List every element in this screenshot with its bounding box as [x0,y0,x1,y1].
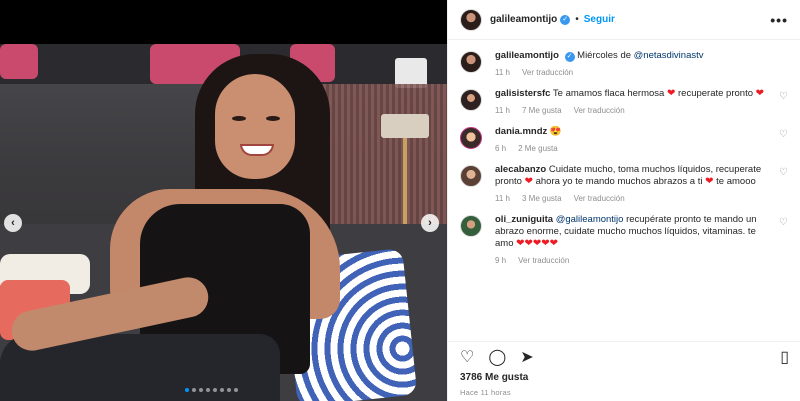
share-icon[interactable]: ➤ [520,349,533,366]
heart-emoji: ❤ [524,176,533,187]
comment-text: oli_zuniguita @galileamontijo recupérate… [495,214,765,250]
comment-text: galisistersfc Te amamos flaca hermosa ❤ … [495,88,765,100]
translate-link[interactable]: Ver traducción [518,256,569,265]
caption-meta: 11 h Ver traducción [495,68,765,77]
comment-item: galisistersfc Te amamos flaca hermosa ❤ … [460,88,788,115]
emoji: 😍 [549,126,562,137]
photo-lampshade [381,114,429,138]
carousel-dot[interactable] [213,388,217,392]
comment-text: alecabanzo Cuidate mucho, toma muchos lí… [495,164,765,188]
bookmark-icon[interactable]: ▯ [780,349,789,366]
avatar[interactable] [460,127,482,149]
comment-body: alecabanzo Cuidate mucho, toma muchos lí… [495,164,765,203]
comment-username[interactable]: galisistersfc [495,88,550,99]
comment-time: 6 h [495,144,507,153]
more-options-icon[interactable]: ••• [770,12,788,28]
comment-like-icon[interactable]: ♡ [779,129,788,140]
photo-person-face [215,74,295,179]
comment-item: alecabanzo Cuidate mucho, toma muchos lí… [460,164,788,203]
comment-message: te amooo [713,176,756,187]
post-header: galileamontijo ✓ • Seguir ••• [448,0,800,40]
comment-meta: 9 h Ver traducción [495,256,765,265]
post-username[interactable]: galileamontijo [490,14,557,25]
comment-body: dania.mndz 😍 6 h 2 Me gusta [495,126,765,153]
comment-username[interactable]: dania.mndz [495,126,547,137]
photo-person-eye [266,116,280,121]
comment-like-icon[interactable]: ♡ [779,167,788,178]
carousel-dot[interactable] [227,388,231,392]
translate-link[interactable]: Ver traducción [574,106,625,115]
caption-body: galileamontijo ✓ Miércoles de @netasdivi… [495,50,765,77]
carousel-dot[interactable] [192,388,196,392]
separator-dot: • [575,14,579,25]
avatar[interactable] [460,215,482,237]
comment-like-icon[interactable]: ♡ [779,217,788,228]
avatar[interactable] [460,89,482,111]
follow-button[interactable]: Seguir [584,14,615,25]
post-timestamp: Hace 11 horas [460,388,511,397]
like-icon[interactable]: ♡ [460,349,474,366]
caption-username[interactable]: galileamontijo [495,50,559,61]
caption: galileamontijo ✓ Miércoles de @netasdivi… [460,50,788,77]
comment-icon[interactable]: ◯ [488,349,506,366]
carousel-dots [185,388,238,392]
comment-meta: 11 h 7 Me gusta Ver traducción [495,106,765,115]
comment-like-icon[interactable]: ♡ [779,91,788,102]
comment-username[interactable]: alecabanzo [495,164,546,175]
photo-person-eye [232,116,246,121]
caption-message: Miércoles de [577,50,634,61]
carousel-dot[interactable] [220,388,224,392]
comment-time: 11 h [495,106,510,115]
likes-count[interactable]: 3786 Me gusta [460,372,528,383]
heart-emoji: ❤❤❤❤❤ [516,238,559,249]
avatar[interactable] [460,8,482,31]
comment-likes[interactable]: 3 Me gusta [522,194,562,203]
post-actions: ♡ ◯ ➤ ▯ [448,341,800,369]
caption-time: 11 h [495,68,510,77]
translate-link[interactable]: Ver traducción [522,68,573,77]
caption-mention[interactable]: @netasdivinastv [634,50,704,61]
carousel-next-button[interactable]: › [421,214,439,232]
comment-body: galisistersfc Te amamos flaca hermosa ❤ … [495,88,765,115]
comment-message: Te amamos flaca hermosa [552,88,667,99]
comment-item: dania.mndz 😍 6 h 2 Me gusta ♡ [460,126,788,153]
comment-body: oli_zuniguita @galileamontijo recupérate… [495,214,765,265]
verified-icon: ✓ [564,52,575,62]
comments-list: galileamontijo ✓ Miércoles de @netasdivi… [448,40,800,265]
comment-meta: 11 h 3 Me gusta Ver traducción [495,194,765,203]
carousel-prev-button[interactable]: ‹ [4,214,22,232]
carousel-dot[interactable] [199,388,203,392]
comment-time: 9 h [495,256,507,265]
comment-item: oli_zuniguita @galileamontijo recupérate… [460,214,788,265]
post-photo [0,44,447,401]
comment-message: recuperate pronto [675,88,756,99]
post-media: ‹ › [0,0,447,401]
photo-pillow [0,44,38,79]
post-sidebar: galileamontijo ✓ • Seguir ••• galileamon… [447,0,800,401]
comment-text: dania.mndz 😍 [495,126,765,138]
comment-time: 11 h [495,194,510,203]
comment-mention[interactable]: @galileamontijo [556,214,624,225]
carousel-dot[interactable] [185,388,189,392]
comment-meta: 6 h 2 Me gusta [495,144,765,153]
comment-likes[interactable]: 2 Me gusta [518,144,558,153]
heart-emoji: ❤ [705,176,714,187]
comment-likes[interactable]: 7 Me gusta [522,106,562,115]
avatar[interactable] [460,165,482,187]
carousel-dot[interactable] [234,388,238,392]
comment-username[interactable]: oli_zuniguita [495,214,553,225]
heart-emoji: ❤ [755,88,765,99]
carousel-dot[interactable] [206,388,210,392]
verified-icon: ✓ [560,14,571,25]
comment-message: ahora yo te mando muchos abrazos a ti [532,176,706,187]
translate-link[interactable]: Ver traducción [574,194,625,203]
caption-text: galileamontijo ✓ Miércoles de @netasdivi… [495,50,765,62]
avatar[interactable] [460,51,482,73]
